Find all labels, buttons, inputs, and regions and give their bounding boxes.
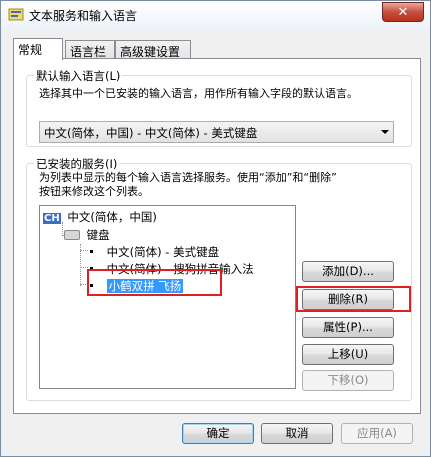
installed-services-description-1: 为列表中显示的每个输入语言选择服务。使用“添加”和“删除” bbox=[39, 171, 337, 184]
apply-button[interactable]: 应用(A) bbox=[341, 423, 413, 444]
general-tab-panel: 默认输入语言(L) 选择其中一个已安装的输入语言，用作所有输入字段的默认语言。 … bbox=[13, 58, 421, 414]
highlight-box-selected-item bbox=[87, 269, 222, 296]
bullet-icon bbox=[90, 250, 93, 253]
add-button[interactable]: 添加(D)... bbox=[302, 261, 394, 282]
tree-keyboard-node[interactable]: 键盘 bbox=[64, 227, 110, 243]
installed-services-description-2: 按钮来修改这个列表。 bbox=[39, 185, 149, 198]
move-down-button[interactable]: 下移(O) bbox=[302, 370, 394, 391]
tree-item-us-keyboard[interactable]: 中文(简体) - 美式键盘 bbox=[90, 244, 219, 260]
highlight-box-remove-button bbox=[296, 286, 411, 312]
language-badge: CH bbox=[43, 213, 61, 224]
app-icon bbox=[8, 8, 24, 21]
tab-general[interactable]: 常规 bbox=[13, 38, 63, 60]
window-title: 文本服务和输入语言 bbox=[29, 9, 138, 23]
installed-services-legend: 已安装的服务(I) bbox=[34, 156, 120, 172]
ok-button[interactable]: 确定 bbox=[182, 423, 254, 444]
close-button[interactable]: ✕ bbox=[382, 2, 424, 22]
tab-language-bar[interactable]: 语言栏 bbox=[65, 40, 115, 59]
close-icon: ✕ bbox=[397, 4, 409, 20]
tree-item-label: 中文(简体) - 美式键盘 bbox=[106, 245, 220, 259]
default-language-combobox[interactable]: 中文(简体，中国) - 中文(简体) - 美式键盘 bbox=[39, 121, 394, 143]
tree-language-label: 中文(简体，中国) bbox=[67, 210, 157, 224]
properties-button[interactable]: 属性(P)... bbox=[302, 317, 394, 338]
tree-language-node[interactable]: CH 中文(简体，中国) bbox=[43, 209, 157, 225]
tree-keyboard-label: 键盘 bbox=[86, 228, 110, 242]
cancel-button[interactable]: 取消 bbox=[261, 423, 333, 444]
move-up-button[interactable]: 上移(U) bbox=[302, 344, 394, 365]
dialog-window: 文本服务和输入语言 ✕ 常规 语言栏 高级键设置 默认输入语言(L) 选择其中一… bbox=[0, 0, 431, 457]
title-bar[interactable]: 文本服务和输入语言 ✕ bbox=[1, 1, 430, 29]
default-language-description: 选择其中一个已安装的输入语言，用作所有输入字段的默认语言。 bbox=[39, 87, 358, 100]
chevron-down-icon bbox=[381, 130, 389, 134]
default-language-value: 中文(简体，中国) - 中文(简体) - 美式键盘 bbox=[44, 126, 258, 140]
default-language-legend: 默认输入语言(L) bbox=[34, 68, 123, 84]
tab-advanced-key-settings[interactable]: 高级键设置 bbox=[115, 40, 191, 59]
services-tree[interactable]: CH 中文(简体，中国) 键盘 中文(简体) - 美式键盘 中文(简体) - 搜… bbox=[39, 205, 296, 389]
keyboard-icon bbox=[64, 230, 80, 240]
